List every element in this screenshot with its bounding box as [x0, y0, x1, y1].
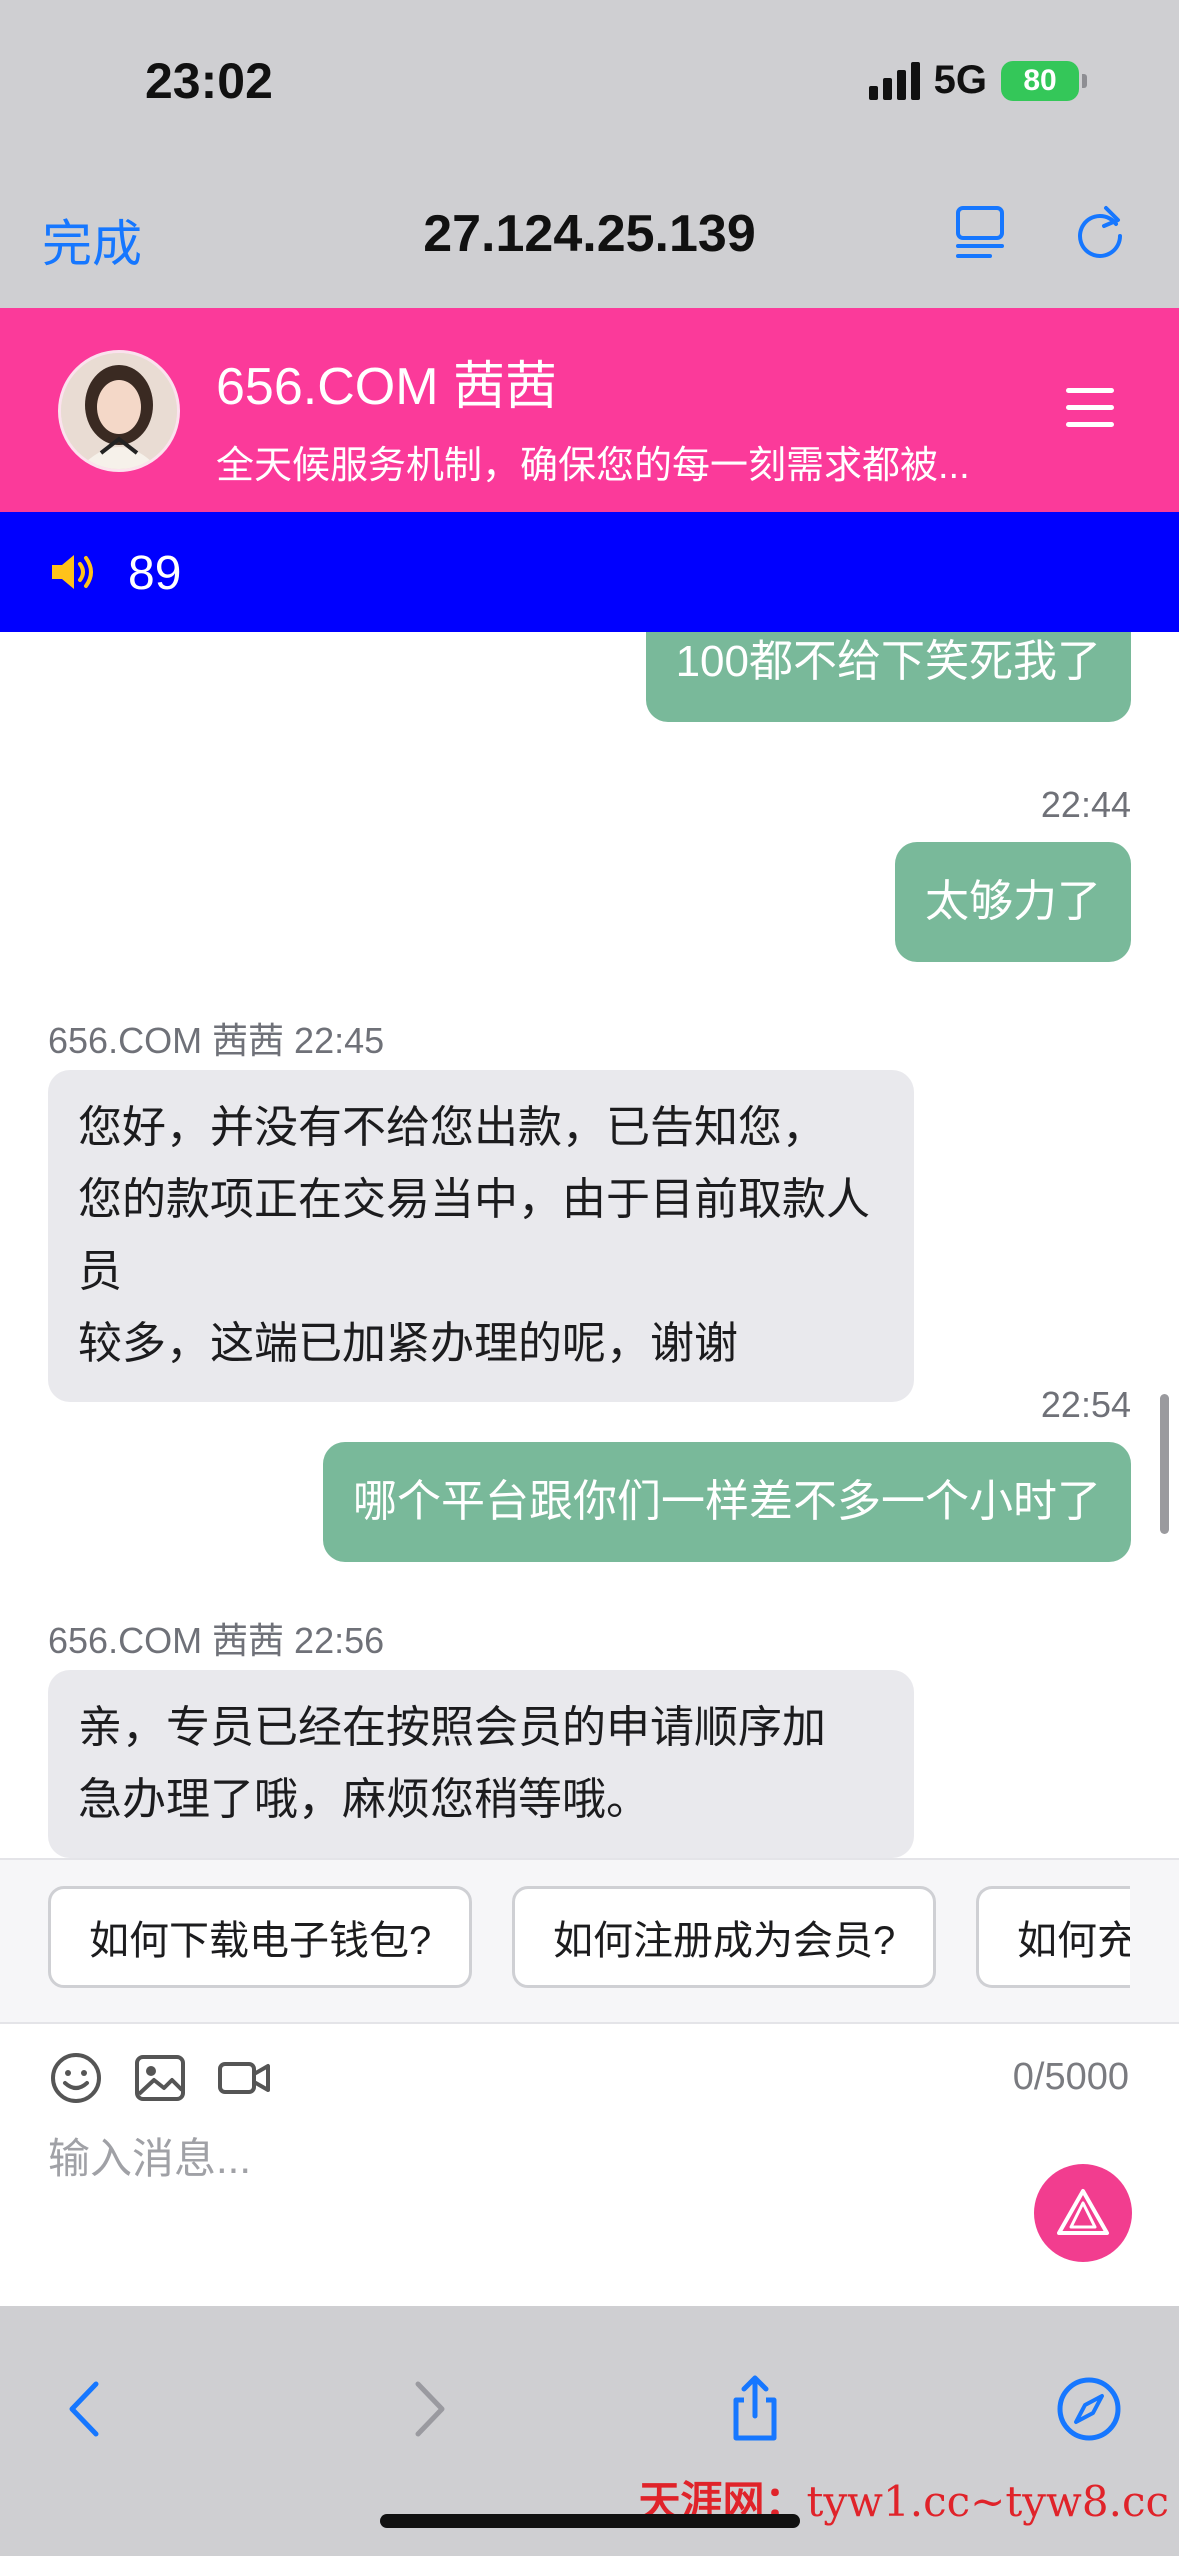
incoming-message: 亲，专员已经在按照会员的申请顺序加 急办理了哦，麻烦您稍等哦。	[48, 1670, 914, 1858]
reader-list-icon[interactable]	[950, 202, 1010, 262]
quick-questions: 如何下载电子钱包? 如何注册成为会员? 如何充	[0, 1858, 1179, 2024]
quick-question-register[interactable]: 如何注册成为会员?	[512, 1886, 937, 1988]
message-line: 您好，并没有不给您出款，已告知您，	[78, 1103, 826, 1152]
done-button[interactable]: 完成	[42, 204, 142, 276]
cell-signal-icon	[868, 61, 920, 100]
back-icon[interactable]	[52, 2374, 122, 2444]
message-sender-time: 656.COM 茜茜 22:45	[48, 1020, 385, 1061]
message-line: 急办理了哦，麻烦您稍等哦。	[78, 1775, 650, 1824]
video-icon[interactable]	[216, 2050, 272, 2106]
notice-bar: 89	[0, 512, 1179, 632]
share-icon[interactable]	[720, 2374, 790, 2444]
compass-icon[interactable]	[1054, 2374, 1124, 2444]
message-input[interactable]	[48, 2124, 948, 2194]
emoji-icon[interactable]	[48, 2050, 104, 2106]
composer: 0/5000	[0, 2024, 1179, 2306]
battery-icon: 80	[1001, 60, 1087, 101]
send-button[interactable]	[1034, 2164, 1132, 2262]
chat-header: 656.COM 茜茜 全天候服务机制，确保您的每一刻需求都被...	[0, 308, 1179, 512]
browser-top-bar: 23:02 5G 80 完成 27.124.25.139	[0, 0, 1179, 308]
character-counter: 0/5000	[1012, 2056, 1129, 2098]
agent-subtitle: 全天候服务机制，确保您的每一刻需求都被...	[216, 445, 970, 487]
quick-question-download-wallet[interactable]: 如何下载电子钱包?	[48, 1886, 473, 1988]
notice-count: 89	[128, 547, 182, 600]
message-line: 您的款项正在交易当中，由于目前取款人员	[78, 1175, 870, 1296]
message-time: 22:44	[1040, 784, 1131, 825]
battery-level: 80	[1023, 63, 1057, 97]
image-icon[interactable]	[132, 2050, 188, 2106]
home-indicator	[380, 2514, 800, 2528]
message-line: 较多，这端已加紧办理的呢，谢谢	[78, 1319, 738, 1368]
reload-icon[interactable]	[1070, 202, 1130, 262]
quick-question-deposit[interactable]: 如何充	[976, 1886, 1130, 1988]
watermark-url: tyw1.cc~tyw8.cc	[806, 2477, 1169, 2526]
avatar	[58, 350, 180, 472]
scrollbar[interactable]	[1160, 1394, 1169, 1534]
message-line: 亲，专员已经在按照会员的申请顺序加	[78, 1703, 826, 1752]
message-sender-time: 656.COM 茜茜 22:56	[48, 1620, 385, 1661]
forward-icon[interactable]	[392, 2374, 462, 2444]
send-icon	[1057, 2189, 1109, 2235]
outgoing-message: 哪个平台跟你们一样差不多一个小时了	[323, 1442, 1131, 1562]
outgoing-message: 100都不给下笑死我了	[645, 632, 1131, 722]
status-time: 23:02	[145, 53, 273, 109]
speaker-icon	[52, 555, 93, 589]
hamburger-menu-icon[interactable]	[1062, 388, 1118, 434]
agent-name: 656.COM 茜茜	[216, 358, 557, 416]
status-indicators: 5G 80	[868, 58, 1087, 103]
outgoing-message: 太够力了	[895, 842, 1131, 962]
network-type: 5G	[933, 58, 987, 102]
message-time: 22:54	[1040, 1384, 1131, 1425]
message-list[interactable]: 100都不给下笑死我了 22:44 太够力了 656.COM 茜茜 22:45 …	[0, 632, 1179, 1858]
incoming-message: 您好，并没有不给您出款，已告知您， 您的款项正在交易当中，由于目前取款人员 较多…	[48, 1070, 914, 1402]
